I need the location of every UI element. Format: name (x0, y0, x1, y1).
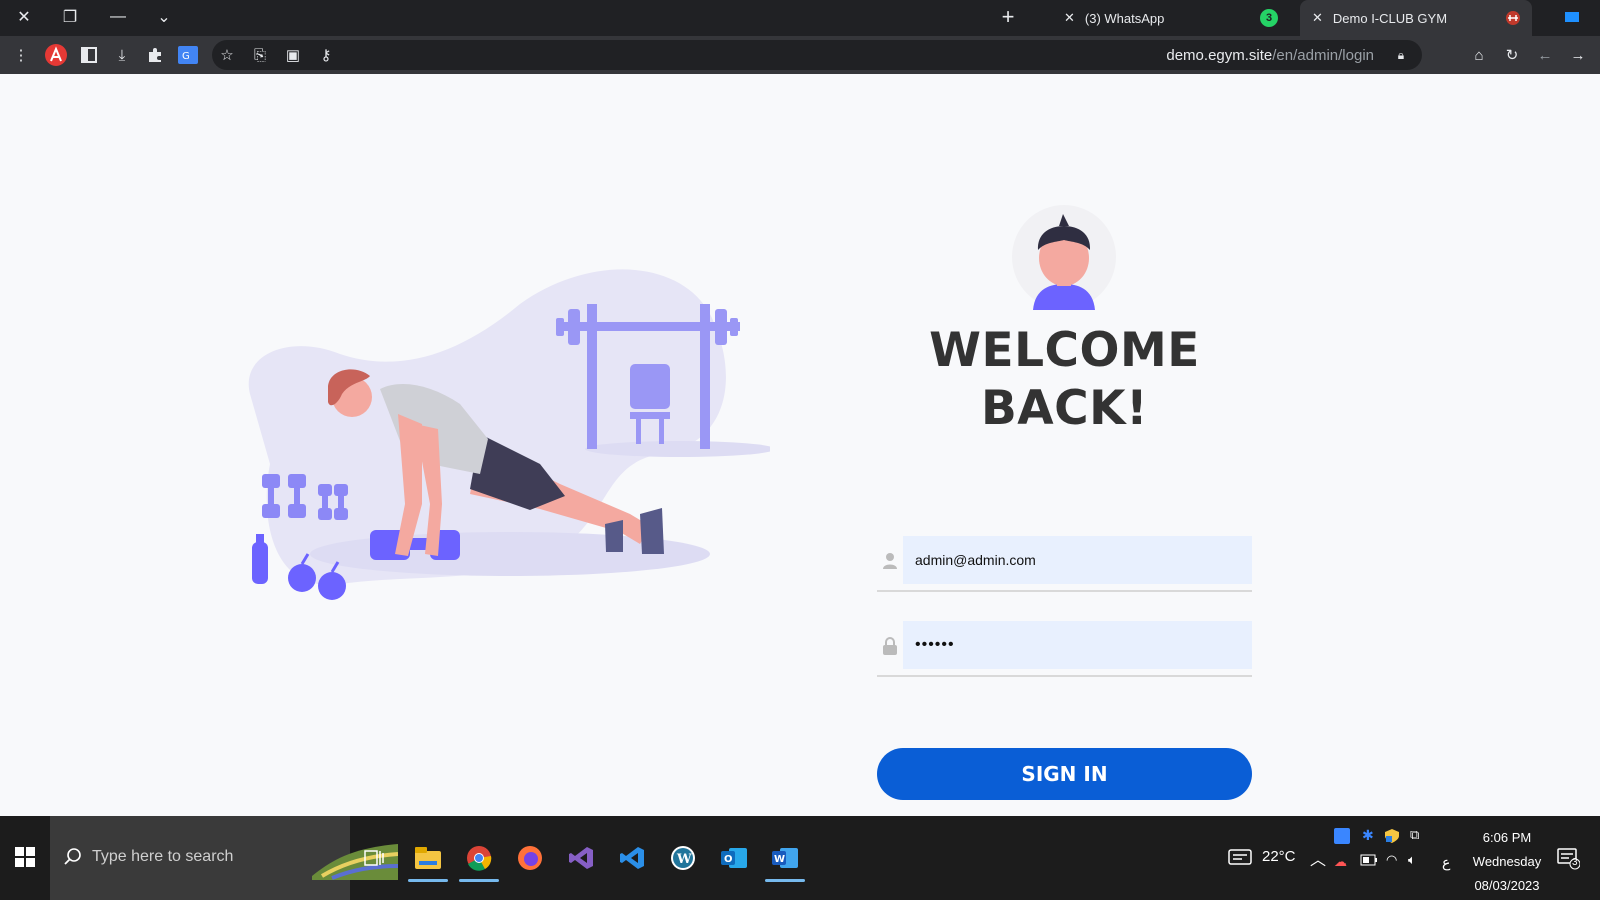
security-shield-icon[interactable] (1384, 828, 1400, 847)
weather-icon[interactable] (1228, 848, 1252, 869)
clock-date: 08/03/2023 (1474, 878, 1540, 893)
volume-icon[interactable]: 🔈︎ (1408, 852, 1416, 868)
new-tab-button[interactable]: + (986, 0, 1030, 34)
word-icon[interactable]: W (763, 836, 807, 882)
password-input[interactable] (903, 621, 1252, 669)
tab-iclub-gym[interactable]: ✕ Demo I-CLUB GYM (1300, 0, 1532, 36)
windows-start-icon[interactable] (8, 840, 42, 874)
meet-now-icon[interactable]: ⧉ (1410, 827, 1419, 843)
lock-icon[interactable]: 🔒︎ (1388, 42, 1414, 68)
email-field-row (877, 536, 1252, 592)
clock-time: 6:06 PM (1482, 830, 1532, 845)
file-explorer-icon[interactable] (406, 836, 450, 882)
browser-toolbar: ⋮ ⤓ G ☆ ⎘ ▣ ⚷ demo.egym.site/en/admin/lo… (0, 36, 1600, 74)
firefox-icon[interactable] (508, 836, 552, 880)
wifi-icon[interactable]: ◠ (1386, 852, 1397, 868)
page-content: WELCOME BACK! SIGN IN (0, 74, 1600, 816)
welcome-line-1: WELCOME (929, 323, 1200, 378)
password-key-icon[interactable]: ⚷ (313, 42, 339, 68)
home-icon[interactable]: ⌂ (1466, 42, 1492, 68)
sign-in-button[interactable]: SIGN IN (877, 748, 1252, 800)
tab-title: (3) WhatsApp (1084, 10, 1165, 26)
lock-icon (883, 637, 897, 655)
svg-text:G: G (182, 51, 190, 62)
close-window-icon[interactable]: ✕ (2, 0, 46, 34)
translate-icon[interactable]: G (175, 42, 201, 68)
tab-search-icon[interactable]: ⌄ (142, 0, 186, 34)
adobe-icon[interactable] (43, 42, 69, 68)
windows-taskbar: Type here to search W O W 22°C ︿ ✱ ⧉ ☁ ◠… (0, 816, 1600, 900)
notifications-icon[interactable]: 3 (1556, 846, 1581, 873)
restore-window-icon[interactable]: ❐ (48, 0, 92, 34)
sidebar-icon[interactable] (76, 42, 102, 68)
address-bar[interactable]: ☆ ⎘ ▣ ⚷ demo.egym.site/en/admin/login 🔒︎ (212, 40, 1422, 70)
vscode-icon[interactable] (610, 836, 654, 880)
qr-code-icon[interactable]: ▣ (280, 42, 306, 68)
email-input[interactable] (903, 536, 1252, 584)
notifications-count: 3 (1572, 857, 1578, 868)
gym-logo-icon (1504, 9, 1522, 27)
download-icon[interactable]: ⤓ (109, 42, 135, 68)
svg-text:W: W (774, 854, 785, 865)
whatsapp-icon: 3 (1260, 9, 1278, 27)
edge-sidebar-icon[interactable] (1550, 0, 1594, 34)
close-tab-icon[interactable]: ✕ (1064, 10, 1075, 26)
network-status-icon[interactable] (1334, 828, 1350, 847)
taskbar-search-box[interactable]: Type here to search (50, 816, 398, 900)
menu-icon[interactable]: ⋮ (8, 42, 34, 68)
battery-icon[interactable] (1360, 854, 1378, 869)
search-placeholder: Type here to search (92, 848, 234, 865)
url-text[interactable]: demo.egym.site/en/admin/login (1166, 47, 1374, 64)
svg-text:W: W (676, 852, 692, 867)
clock-day: Wednesday (1472, 854, 1542, 869)
user-icon (883, 553, 897, 569)
show-hidden-icons-icon[interactable]: ︿ (1310, 846, 1326, 870)
chrome-icon[interactable] (457, 836, 501, 882)
welcome-heading: WELCOME BACK! (877, 322, 1252, 438)
svg-text:O: O (724, 854, 733, 865)
forward-icon[interactable]: → (1565, 42, 1591, 68)
password-field-row (877, 621, 1252, 677)
back-icon[interactable]: ← (1532, 42, 1558, 68)
extensions-icon[interactable] (142, 42, 168, 68)
bluetooth-icon[interactable]: ✱ (1362, 827, 1374, 844)
outlook-icon[interactable]: O (712, 836, 756, 880)
share-icon[interactable]: ⎘ (247, 42, 273, 68)
input-language-indicator[interactable]: ع (1442, 854, 1450, 871)
reload-icon[interactable]: ↻ (1499, 42, 1525, 68)
tab-title: Demo I-CLUB GYM (1332, 10, 1448, 26)
browser-titlebar: ✕ ❐ — ⌄ + ✕ (3) WhatsApp 3 ✕ Demo I-CLUB… (0, 0, 1600, 36)
search-icon (64, 848, 81, 865)
welcome-line-2: BACK! (980, 381, 1149, 436)
close-tab-icon[interactable]: ✕ (1312, 10, 1323, 26)
weather-temperature[interactable]: 22°C (1262, 848, 1296, 865)
visual-studio-icon[interactable] (559, 836, 603, 880)
wordpress-icon[interactable]: W (661, 836, 705, 880)
user-avatar-icon (1012, 205, 1116, 310)
tab-whatsapp[interactable]: ✕ (3) WhatsApp 3 (1052, 0, 1288, 36)
onedrive-error-icon[interactable]: ☁ (1334, 854, 1347, 870)
task-view-icon[interactable] (352, 836, 396, 880)
bookmark-star-icon[interactable]: ☆ (214, 42, 240, 68)
taskbar-clock[interactable]: 6:06 PM Wednesday 08/03/2023 (1462, 826, 1552, 898)
minimize-window-icon[interactable]: — (96, 0, 140, 34)
workout-illustration (248, 269, 770, 600)
